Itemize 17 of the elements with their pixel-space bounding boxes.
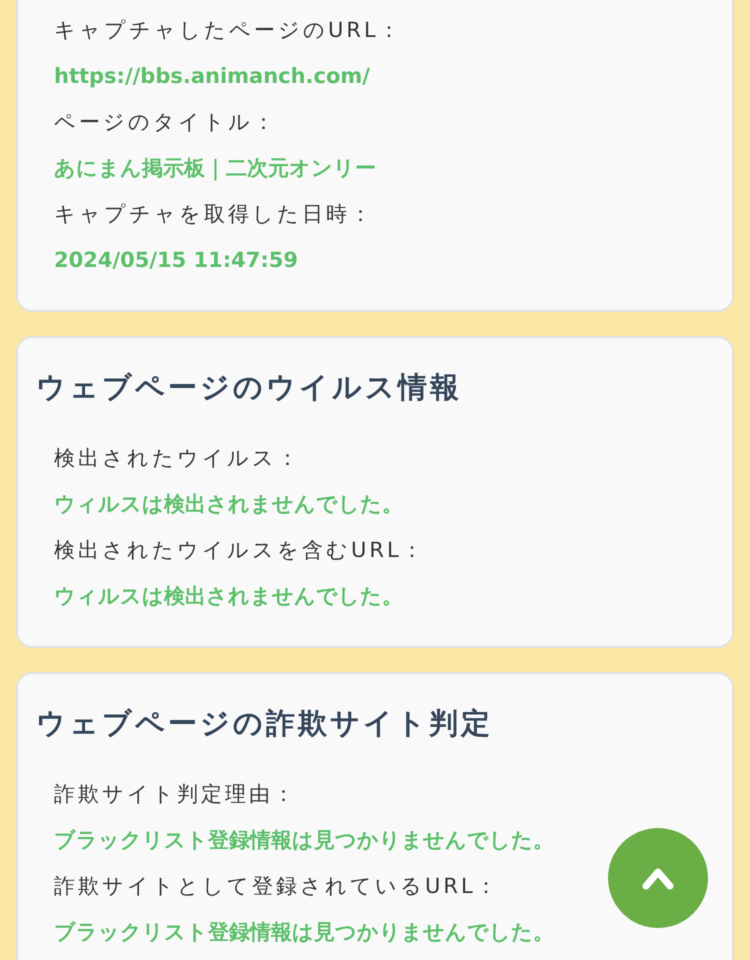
caret-up-icon xyxy=(642,866,674,890)
field-value: ブラックリスト登録情報は見つかりませんでした。 xyxy=(54,827,554,854)
field-value: ブラックリスト登録情報は見つかりませんでした。 xyxy=(54,919,554,946)
field-value: ウィルスは検出されませんでした。 xyxy=(54,583,403,610)
field-label: 検出されたウイルス： xyxy=(54,445,301,472)
field-label: ページのタイトル： xyxy=(54,109,277,136)
field-value: ウィルスは検出されませんでした。 xyxy=(54,491,403,518)
field-label: キャプチャを取得した日時： xyxy=(54,201,374,228)
section-title: ウェブページのウイルス情報 xyxy=(36,369,463,406)
field-label: 検出されたウイルスを含むURL： xyxy=(54,537,426,564)
field-label: 詐欺サイト判定理由： xyxy=(54,781,297,808)
field-value: あにまん掲示板｜二次元オンリー xyxy=(54,155,376,183)
field-value: 2024/05/15 11:47:59 xyxy=(54,247,298,274)
field-value: https://bbs.animanch.com/ xyxy=(54,63,370,90)
section-title: ウェブページの詐欺サイト判定 xyxy=(36,705,494,742)
field-label: キャプチャしたページのURL： xyxy=(54,17,403,44)
field-label: 詐欺サイトとして登録されているURL： xyxy=(54,873,500,900)
